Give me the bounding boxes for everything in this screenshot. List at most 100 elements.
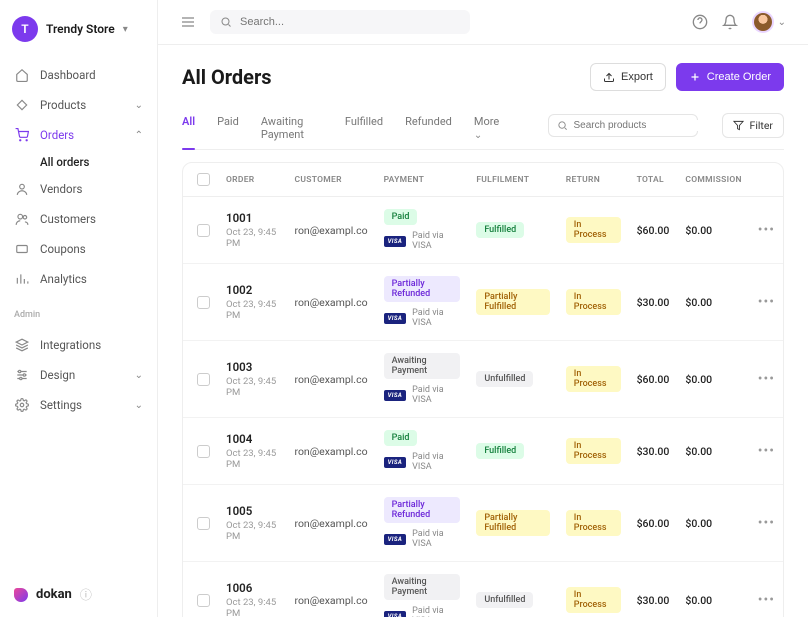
order-id: 1005: [226, 504, 278, 518]
tab-fulfilled[interactable]: Fulfilled: [345, 107, 383, 149]
tab-awaiting-payment[interactable]: Awaiting Payment: [261, 107, 323, 149]
order-total: $30.00: [629, 418, 678, 485]
order-id: 1003: [226, 360, 278, 374]
sidebar-item-dashboard[interactable]: Dashboard: [0, 60, 157, 90]
products-search-input[interactable]: [574, 120, 706, 131]
chevron-up-icon: ⌃: [135, 130, 143, 141]
order-id: 1004: [226, 432, 278, 446]
users-icon: [14, 211, 30, 227]
row-actions-icon[interactable]: •••: [758, 222, 775, 238]
order-date: Oct 23, 9:45 PM: [226, 299, 278, 321]
export-icon: [603, 71, 615, 83]
row-actions-icon[interactable]: •••: [758, 515, 775, 531]
create-order-label: Create Order: [707, 71, 771, 83]
sidebar-item-settings[interactable]: Settings ⌄: [0, 390, 157, 420]
fulfilment-status-badge: Fulfilled: [476, 222, 524, 238]
store-selector[interactable]: T Trendy Store ▾: [0, 0, 157, 54]
chevron-down-icon: ⌄: [474, 130, 482, 141]
row-checkbox[interactable]: [197, 296, 210, 309]
user-menu[interactable]: ⌄: [752, 11, 786, 33]
table-row[interactable]: 1002 Oct 23, 9:45 PM ron@exampl.co Parti…: [183, 264, 783, 341]
order-id: 1002: [226, 283, 278, 297]
bell-icon[interactable]: [722, 14, 738, 30]
sidebar-item-label: Settings: [40, 398, 82, 412]
payment-via: Paid via VISA: [412, 452, 460, 472]
row-actions-icon[interactable]: •••: [758, 371, 775, 387]
search-input[interactable]: [240, 16, 460, 28]
tab-more[interactable]: More ⌄: [474, 107, 500, 149]
order-commission: $0.00: [677, 485, 749, 562]
order-commission: $0.00: [677, 562, 749, 617]
order-commission: $0.00: [677, 418, 749, 485]
filter-button[interactable]: Filter: [722, 113, 784, 138]
visa-icon: VISA: [384, 313, 407, 324]
visa-icon: VISA: [384, 611, 407, 617]
order-date: Oct 23, 9:45 PM: [226, 227, 278, 249]
chart-icon: [14, 271, 30, 287]
sidebar-item-label: Orders: [40, 128, 74, 142]
payment-via: Paid via VISA: [412, 385, 460, 405]
menu-toggle-icon[interactable]: [180, 14, 196, 30]
sidebar-item-label: Vendors: [40, 182, 82, 196]
select-all-checkbox[interactable]: [197, 173, 210, 186]
order-commission: $0.00: [677, 197, 749, 264]
payment-status-badge: Awaiting Payment: [384, 353, 461, 379]
page-title: All Orders: [182, 65, 272, 89]
order-total: $30.00: [629, 562, 678, 617]
col-total: TOTAL: [629, 163, 678, 197]
row-checkbox[interactable]: [197, 445, 210, 458]
sidebar-item-coupons[interactable]: Coupons: [0, 234, 157, 264]
customer-email: ron@exampl.co: [286, 264, 375, 341]
row-checkbox[interactable]: [197, 373, 210, 386]
return-status-badge: In Process: [566, 217, 621, 243]
row-checkbox[interactable]: [197, 517, 210, 530]
tab-refunded[interactable]: Refunded: [405, 107, 452, 149]
create-order-button[interactable]: Create Order: [676, 63, 784, 91]
row-checkbox[interactable]: [197, 594, 210, 607]
sidebar-item-integrations[interactable]: Integrations: [0, 330, 157, 360]
order-date: Oct 23, 9:45 PM: [226, 520, 278, 542]
visa-icon: VISA: [384, 390, 407, 401]
table-row[interactable]: 1004 Oct 23, 9:45 PM ron@exampl.co Paid …: [183, 418, 783, 485]
table-row[interactable]: 1006 Oct 23, 9:45 PM ron@exampl.co Await…: [183, 562, 783, 617]
payment-status-badge: Paid: [384, 430, 418, 446]
admin-section-label: Admin: [0, 300, 157, 324]
row-actions-icon[interactable]: •••: [758, 592, 775, 608]
fulfilment-status-badge: Partially Fulfilled: [476, 289, 549, 315]
col-customer: CUSTOMER: [286, 163, 375, 197]
fulfilment-status-badge: Unfulfilled: [476, 371, 533, 387]
payment-via: Paid via VISA: [412, 308, 460, 328]
visa-icon: VISA: [384, 534, 407, 545]
filter-icon: [733, 120, 744, 131]
order-total: $60.00: [629, 197, 678, 264]
row-actions-icon[interactable]: •••: [758, 443, 775, 459]
row-actions-icon[interactable]: •••: [758, 294, 775, 310]
tab-all[interactable]: All: [182, 107, 195, 149]
products-search[interactable]: [548, 114, 698, 137]
table-row[interactable]: 1003 Oct 23, 9:45 PM ron@exampl.co Await…: [183, 341, 783, 418]
sidebar-item-products[interactable]: Products ⌄: [0, 90, 157, 120]
logo-icon: [14, 588, 28, 602]
sidebar-item-vendors[interactable]: Vendors: [0, 174, 157, 204]
help-icon[interactable]: [692, 14, 708, 30]
global-search[interactable]: [210, 10, 470, 34]
customer-email: ron@exampl.co: [286, 341, 375, 418]
export-label: Export: [621, 71, 653, 83]
sidebar-item-design[interactable]: Design ⌄: [0, 360, 157, 390]
home-icon: [14, 67, 30, 83]
store-avatar: T: [12, 16, 38, 42]
payment-via: Paid via VISA: [412, 529, 460, 549]
row-checkbox[interactable]: [197, 224, 210, 237]
search-icon: [557, 120, 568, 131]
tab-paid[interactable]: Paid: [217, 107, 239, 149]
info-icon[interactable]: ⓘ: [80, 586, 92, 603]
sidebar-item-orders[interactable]: Orders ⌃: [0, 120, 157, 150]
table-row[interactable]: 1005 Oct 23, 9:45 PM ron@exampl.co Parti…: [183, 485, 783, 562]
sidebar-item-customers[interactable]: Customers: [0, 204, 157, 234]
sidebar-item-analytics[interactable]: Analytics: [0, 264, 157, 294]
fulfilment-status-badge: Partially Fulfilled: [476, 510, 549, 536]
export-button[interactable]: Export: [590, 63, 666, 91]
sidebar-subitem-all-orders[interactable]: All orders: [0, 150, 157, 174]
table-row[interactable]: 1001 Oct 23, 9:45 PM ron@exampl.co Paid …: [183, 197, 783, 264]
fulfilment-status-badge: Unfulfilled: [476, 592, 533, 608]
